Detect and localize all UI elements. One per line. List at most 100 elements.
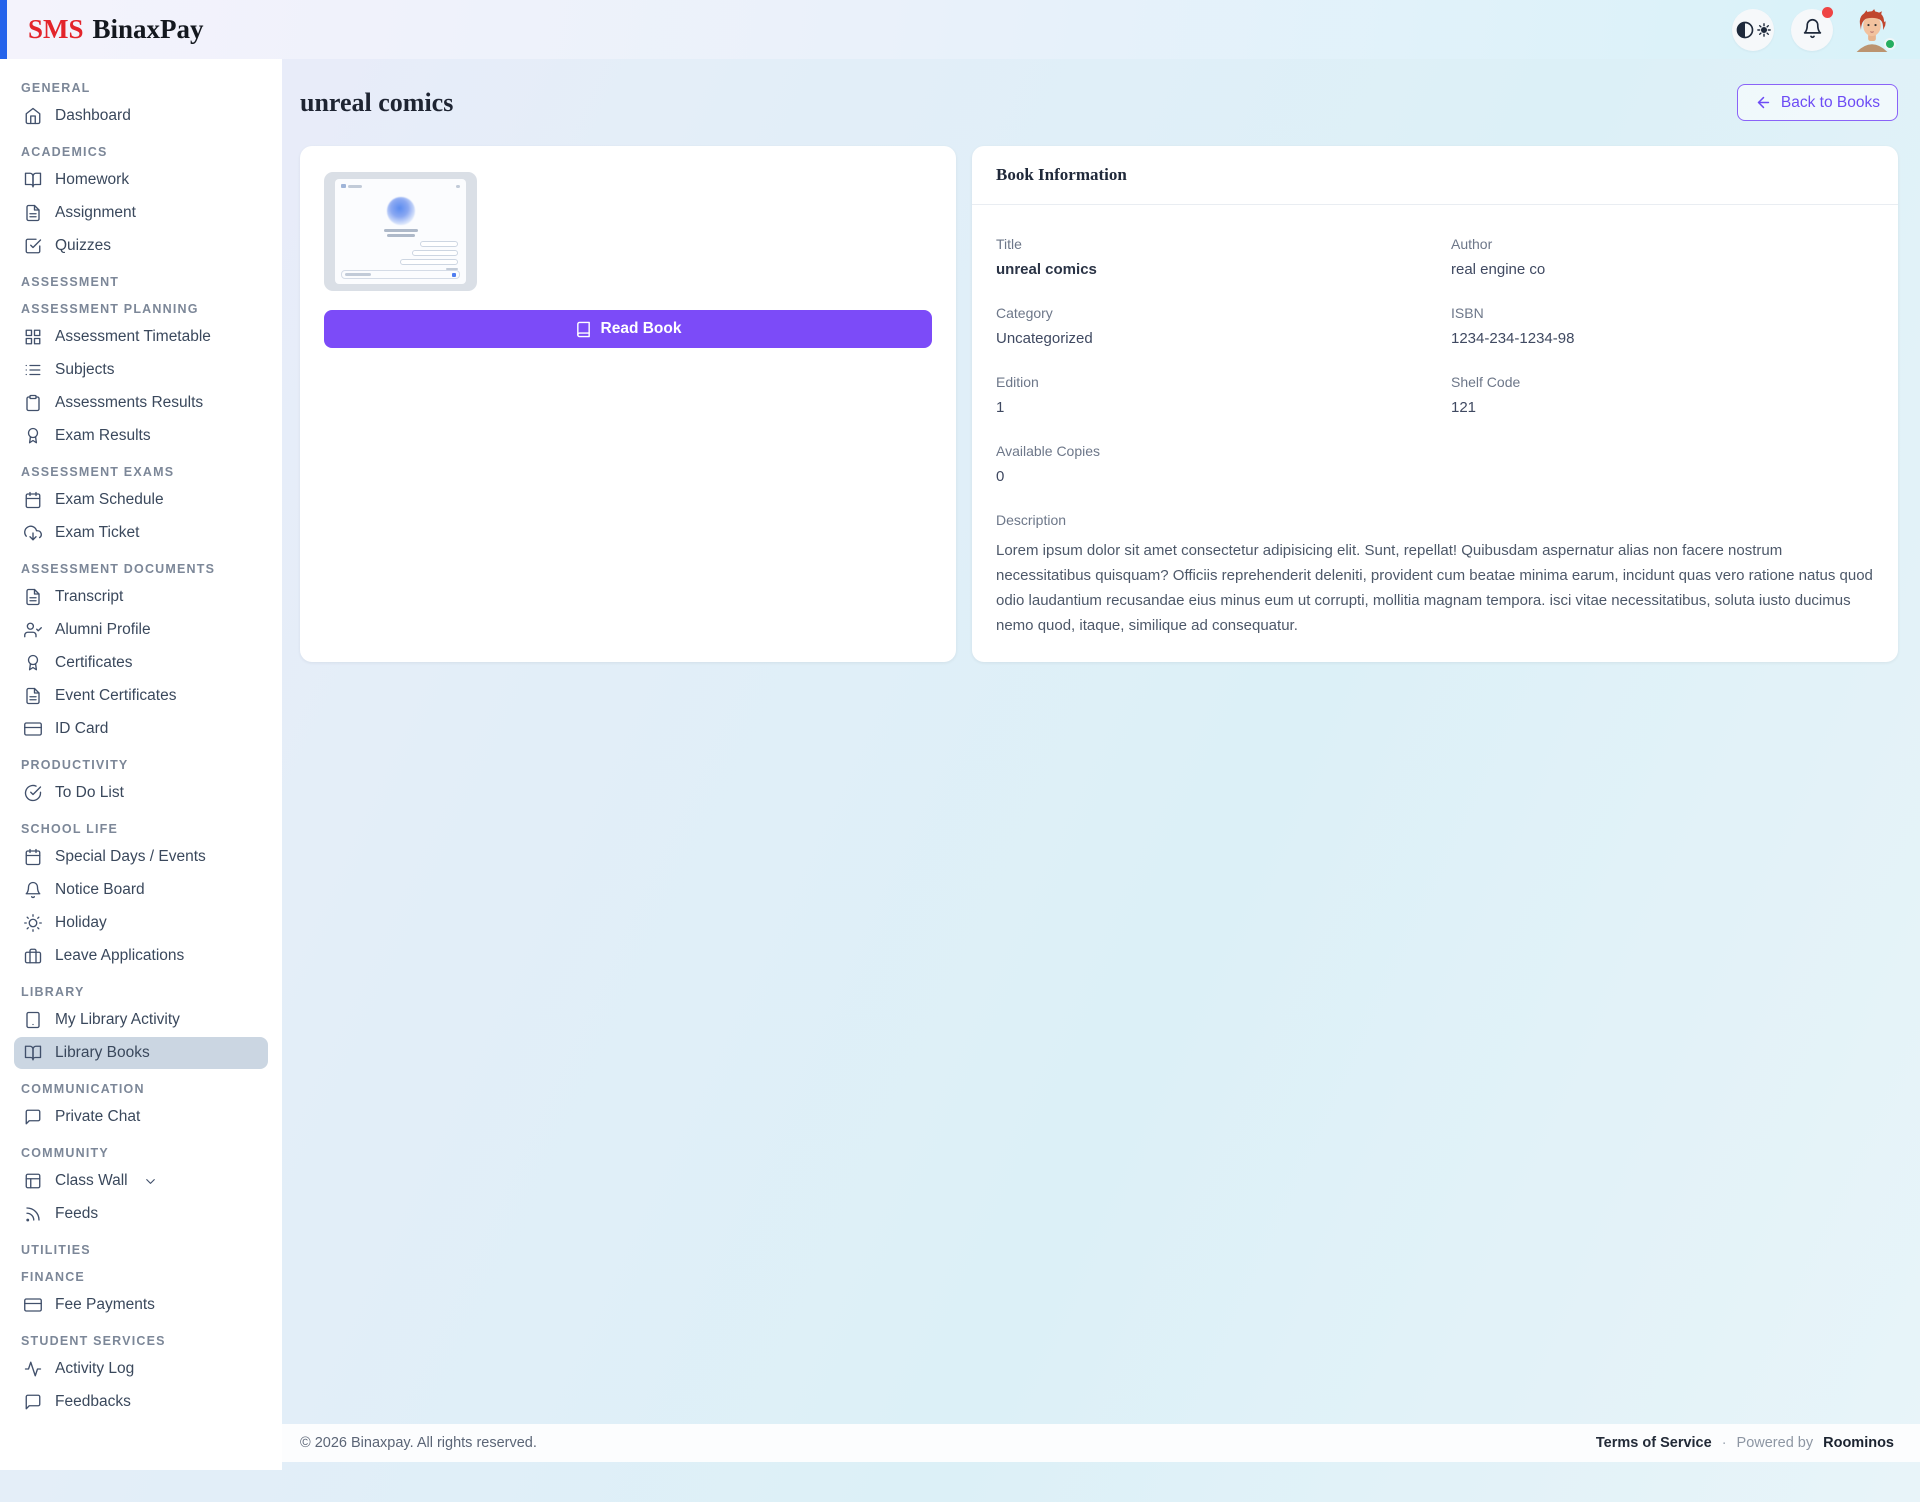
back-to-books-button[interactable]: Back to Books xyxy=(1737,84,1898,121)
sidebar-item-feedbacks[interactable]: Feedbacks xyxy=(14,1386,268,1418)
sidebar-item-label: Fee Payments xyxy=(55,1296,155,1314)
app-logo: SMS BinaxPay xyxy=(28,14,204,45)
page-title: unreal comics xyxy=(300,88,453,118)
sidebar-item-label: Holiday xyxy=(55,914,107,932)
notification-bell-icon xyxy=(1802,18,1823,42)
tablet-icon xyxy=(24,1011,42,1029)
home-icon xyxy=(24,107,42,125)
sidebar-item-feeds[interactable]: Feeds xyxy=(14,1198,268,1230)
sidebar-item-assignment[interactable]: Assignment xyxy=(14,197,268,229)
footer-separator: · xyxy=(1722,1435,1727,1451)
sidebar-section-productivity: PRODUCTIVITY xyxy=(14,758,268,772)
notifications-button[interactable] xyxy=(1791,9,1833,51)
credit-card-icon xyxy=(24,720,42,738)
sidebar-item-private-chat[interactable]: Private Chat xyxy=(14,1101,268,1133)
sidebar-item-label: Private Chat xyxy=(55,1108,140,1126)
user-check-icon xyxy=(24,621,42,639)
book-open-icon xyxy=(24,1044,42,1062)
field-label: Author xyxy=(1451,236,1874,252)
book-field-shelf-code: Shelf Code121 xyxy=(1451,374,1874,416)
book-cover-thumbnail[interactable] xyxy=(324,172,477,291)
book-icon xyxy=(575,321,592,338)
sidebar-item-exam-schedule[interactable]: Exam Schedule xyxy=(14,484,268,516)
field-value: 1 xyxy=(996,399,1419,416)
sidebar-item-class-wall[interactable]: Class Wall xyxy=(14,1165,268,1197)
sidebar-item-label: Event Certificates xyxy=(55,687,176,705)
sidebar-item-special-days-events[interactable]: Special Days / Events xyxy=(14,841,268,873)
chevron-down-icon xyxy=(143,1174,158,1189)
sidebar-item-my-library-activity[interactable]: My Library Activity xyxy=(14,1004,268,1036)
terms-of-service-link[interactable]: Terms of Service xyxy=(1596,1435,1712,1451)
arrow-left-icon xyxy=(1755,94,1772,111)
sidebar-navigation: GENERAL Dashboard ACADEMICS Homework Assignm… xyxy=(0,59,282,1470)
sidebar-item-notice-board[interactable]: Notice Board xyxy=(14,874,268,906)
read-book-button[interactable]: Read Book xyxy=(324,310,932,348)
sidebar-item-holiday[interactable]: Holiday xyxy=(14,907,268,939)
sidebar-item-quizzes[interactable]: Quizzes xyxy=(14,230,268,262)
sidebar-item-label: Feedbacks xyxy=(55,1393,131,1411)
online-status-dot xyxy=(1884,38,1896,50)
rss-icon xyxy=(24,1205,42,1223)
sidebar-item-dashboard[interactable]: Dashboard xyxy=(14,100,268,132)
sidebar-item-label: To Do List xyxy=(55,784,124,802)
sidebar-item-exam-results[interactable]: Exam Results xyxy=(14,420,268,452)
sidebar-item-event-certificates[interactable]: Event Certificates xyxy=(14,680,268,712)
sidebar-section-communication: COMMUNICATION xyxy=(14,1082,268,1096)
sidebar-item-activity-log[interactable]: Activity Log xyxy=(14,1353,268,1385)
sidebar-item-to-do-list[interactable]: To Do List xyxy=(14,777,268,809)
sidebar-item-transcript[interactable]: Transcript xyxy=(14,581,268,613)
sidebar-item-assessments-results[interactable]: Assessments Results xyxy=(14,387,268,419)
user-avatar[interactable] xyxy=(1850,8,1894,52)
check-square-icon xyxy=(24,237,42,255)
field-label: Available Copies xyxy=(996,443,1419,459)
sidebar-item-label: Class Wall xyxy=(55,1172,128,1190)
sidebar-section-assessment-exams: ASSESSMENT EXAMS xyxy=(14,465,268,479)
footer-brand-text: Roominos xyxy=(1823,1435,1894,1451)
sidebar-item-label: Feeds xyxy=(55,1205,98,1223)
book-field-edition: Edition1 xyxy=(996,374,1419,416)
sidebar-item-id-card[interactable]: ID Card xyxy=(14,713,268,745)
sidebar-item-leave-applications[interactable]: Leave Applications xyxy=(14,940,268,972)
sidebar-item-library-books[interactable]: Library Books xyxy=(14,1037,268,1069)
sidebar-item-label: Special Days / Events xyxy=(55,848,206,866)
sidebar-item-label: Assignment xyxy=(55,204,136,222)
page-footer: © 2026 Binaxpay. All rights reserved. Te… xyxy=(282,1424,1920,1462)
description-label: Description xyxy=(996,512,1874,528)
book-field-available-copies: Available Copies0 xyxy=(996,443,1419,485)
read-button-label: Read Book xyxy=(601,320,682,338)
sidebar-section-assessment-planning: ASSESSMENT PLANNING xyxy=(14,302,268,316)
sidebar-section-assessment: ASSESSMENT xyxy=(14,275,268,289)
panel-title: Book Information xyxy=(972,146,1898,205)
download-cloud-icon xyxy=(24,524,42,542)
sidebar-section-academics: ACADEMICS xyxy=(14,145,268,159)
bell-icon xyxy=(24,881,42,899)
sidebar-item-label: Subjects xyxy=(55,361,114,379)
sidebar-section-assessment-documents: ASSESSMENT DOCUMENTS xyxy=(14,562,268,576)
logo-sms-text: SMS xyxy=(28,14,84,45)
grid-icon xyxy=(24,328,42,346)
check-circle-icon xyxy=(24,784,42,802)
powered-by-text: Powered by xyxy=(1737,1435,1814,1451)
sidebar-item-assessment-timetable[interactable]: Assessment Timetable xyxy=(14,321,268,353)
sidebar-item-label: Homework xyxy=(55,171,129,189)
sidebar-section-general: GENERAL xyxy=(14,81,268,95)
sidebar-item-subjects[interactable]: Subjects xyxy=(14,354,268,386)
theme-toggle-button[interactable] xyxy=(1732,9,1774,51)
sidebar-item-label: My Library Activity xyxy=(55,1011,180,1029)
sidebar-item-label: Dashboard xyxy=(55,107,131,125)
book-cover-preview xyxy=(335,179,466,284)
sidebar-item-homework[interactable]: Homework xyxy=(14,164,268,196)
sidebar-section-utilities: UTILITIES xyxy=(14,1243,268,1257)
sidebar-item-alumni-profile[interactable]: Alumni Profile xyxy=(14,614,268,646)
field-label: Category xyxy=(996,305,1419,321)
sidebar-item-exam-ticket[interactable]: Exam Ticket xyxy=(14,517,268,549)
sun-icon xyxy=(24,914,42,932)
sidebar-item-certificates[interactable]: Certificates xyxy=(14,647,268,679)
copyright-text: © 2026 Binaxpay. All rights reserved. xyxy=(300,1435,537,1451)
sidebar-item-label: Activity Log xyxy=(55,1360,134,1378)
field-label: Shelf Code xyxy=(1451,374,1874,390)
book-fields: Titleunreal comicsAuthorreal engine coCa… xyxy=(996,236,1874,512)
sidebar-section-community: COMMUNITY xyxy=(14,1146,268,1160)
field-label: Title xyxy=(996,236,1419,252)
sidebar-item-fee-payments[interactable]: Fee Payments xyxy=(14,1289,268,1321)
